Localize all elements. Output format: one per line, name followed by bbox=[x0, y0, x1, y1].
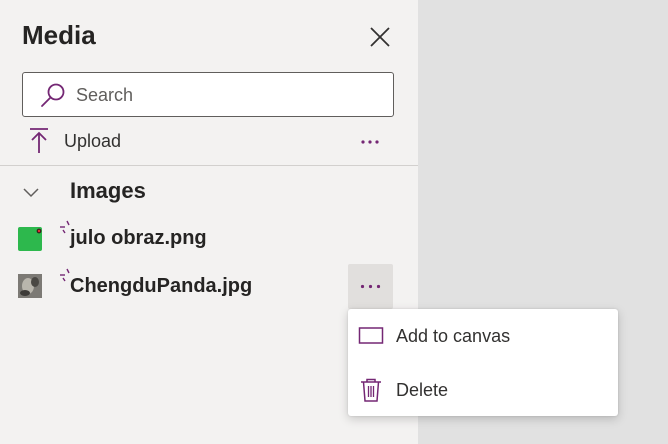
search-box[interactable] bbox=[22, 72, 394, 117]
divider bbox=[0, 165, 418, 166]
item-more-options-button[interactable] bbox=[348, 264, 393, 309]
image-name: julo obraz.png bbox=[70, 227, 207, 249]
more-horizontal-icon bbox=[360, 284, 381, 289]
image-thumbnail bbox=[18, 274, 42, 298]
context-menu: Add to canvas Delete bbox=[348, 309, 618, 416]
add-to-canvas-icon bbox=[358, 323, 384, 349]
upload-button[interactable]: Upload bbox=[22, 124, 222, 158]
trash-icon bbox=[358, 377, 384, 403]
search-input[interactable] bbox=[76, 81, 376, 109]
section-title: Images bbox=[70, 178, 146, 203]
panel-title: Media bbox=[22, 20, 96, 50]
list-item[interactable]: julo obraz.png bbox=[0, 216, 418, 262]
menu-item-label: Delete bbox=[396, 379, 449, 400]
search-icon bbox=[39, 82, 67, 110]
more-options-button[interactable] bbox=[356, 128, 384, 156]
upload-label: Upload bbox=[64, 130, 122, 151]
upload-icon bbox=[22, 124, 56, 158]
menu-item-label: Add to canvas bbox=[396, 325, 511, 346]
more-horizontal-icon bbox=[361, 140, 379, 144]
menu-item-delete[interactable]: Delete bbox=[348, 365, 618, 415]
image-thumbnail bbox=[18, 227, 42, 251]
menu-item-add-to-canvas[interactable]: Add to canvas bbox=[348, 311, 618, 361]
chevron-down-icon[interactable] bbox=[20, 181, 42, 203]
close-icon[interactable] bbox=[367, 24, 393, 50]
image-name: ChengduPanda.jpg bbox=[70, 275, 253, 297]
